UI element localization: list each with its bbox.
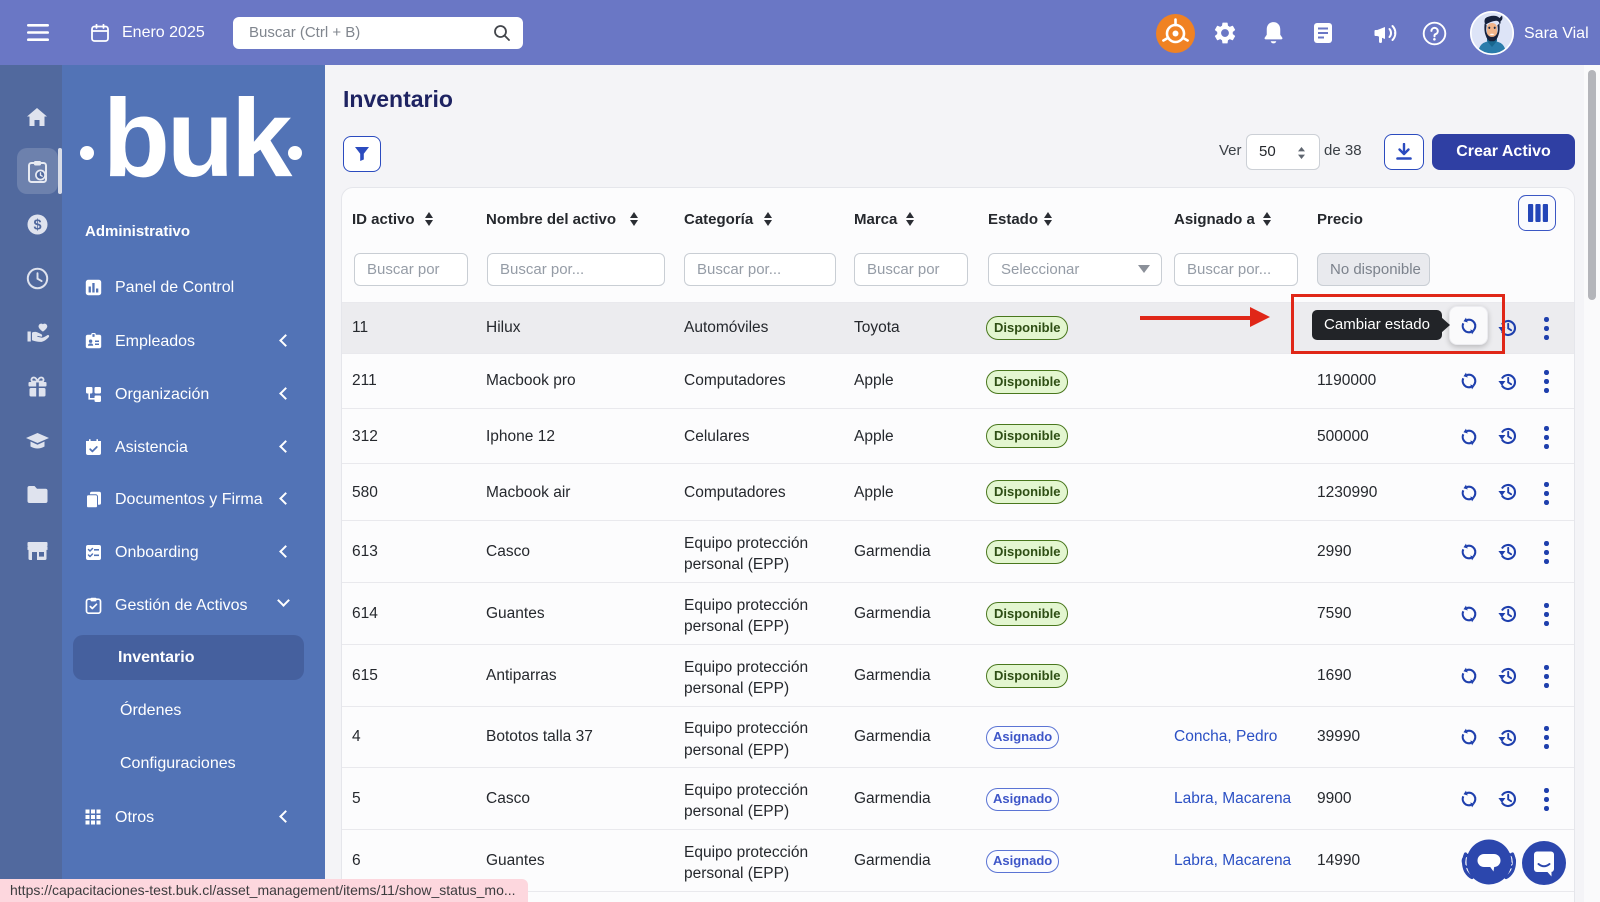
svg-text:buk: buk: [103, 85, 293, 185]
svg-text:$: $: [33, 218, 41, 234]
